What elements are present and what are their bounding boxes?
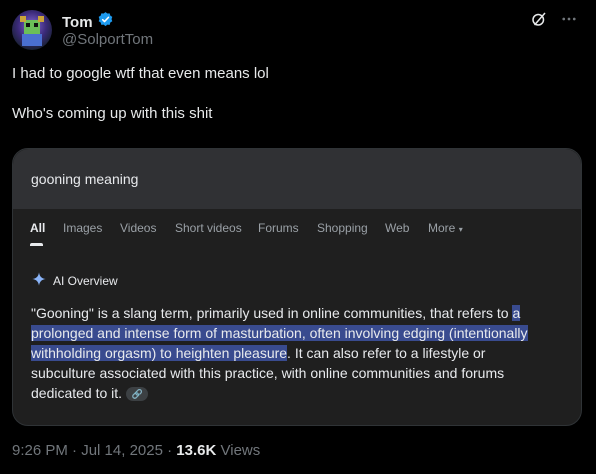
ai-overview-text: "Gooning" is a slang term, primarily use… <box>31 303 551 403</box>
ai-text-part1: "Gooning" is a slang term, primarily use… <box>31 305 513 321</box>
sparkle-icon <box>31 271 47 290</box>
active-tab-indicator <box>30 243 43 246</box>
tab-more-label: More <box>428 221 456 235</box>
views-label: Views <box>220 442 261 459</box>
verified-badge-icon <box>97 11 114 33</box>
tab-shopping: Shopping <box>317 221 368 235</box>
tweet-header: Tom @SolportTom <box>12 10 584 54</box>
tweet-date[interactable]: Jul 14, 2025 <box>81 442 163 459</box>
ai-overview-header: AI Overview <box>31 271 118 290</box>
grok-icon[interactable] <box>530 10 548 33</box>
author-name[interactable]: Tom <box>62 14 93 31</box>
tab-short-videos: Short videos <box>175 221 242 235</box>
search-tabs: All Images Videos Short videos Forums Sh… <box>13 217 581 247</box>
more-icon[interactable] <box>560 10 578 33</box>
tab-videos: Videos <box>120 221 157 235</box>
views-count: 13.6K <box>176 442 217 459</box>
tab-all: All <box>30 221 46 235</box>
media-screenshot[interactable]: gooning meaning All Images Videos Short … <box>12 148 582 426</box>
search-query: gooning meaning <box>31 171 139 187</box>
tweet-text: I had to google wtf that even means lol … <box>12 64 584 124</box>
tab-more: More ▾ <box>428 221 463 235</box>
avatar[interactable] <box>12 10 52 50</box>
search-bar: gooning meaning <box>13 149 581 209</box>
tweet-line-2: Who's coming up with this shit <box>12 105 213 122</box>
tab-images: Images <box>63 221 103 235</box>
tweet-meta: 9:26 PM · Jul 14, 2025 · 13.6K Views <box>12 442 261 459</box>
link-icon: 🔗 <box>126 387 149 402</box>
tab-forums: Forums <box>258 221 299 235</box>
chevron-down-icon: ▾ <box>458 225 463 234</box>
tab-web: Web <box>385 221 410 235</box>
tweet-time[interactable]: 9:26 PM <box>12 442 68 459</box>
author-handle[interactable]: @SolportTom <box>62 31 153 48</box>
tweet-line-1: I had to google wtf that even means lol <box>12 65 269 82</box>
ai-overview-label: AI Overview <box>53 273 118 288</box>
